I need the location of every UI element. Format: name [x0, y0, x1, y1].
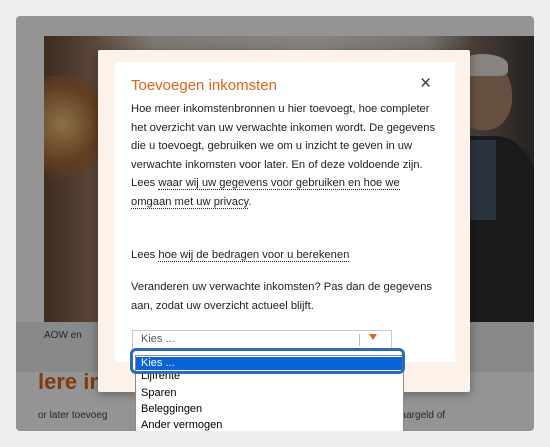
option-beleggingen[interactable]: Beleggingen: [136, 403, 403, 416]
calculation-prefix: Lees: [131, 249, 159, 261]
calculation-paragraph: Lees hoe wij de bedragen voor u berekene…: [131, 246, 441, 265]
modal-title: Toevoegen inkomsten: [131, 77, 277, 94]
calculation-link[interactable]: hoe wij de bedragen voor u berekenen: [158, 249, 350, 262]
income-type-select[interactable]: Kies ...: [132, 330, 392, 350]
privacy-link[interactable]: waar wij uw gegevens voor gebruiken en h…: [131, 177, 400, 209]
page-card: AOW en lere inko or later toevoeg spaarg…: [16, 16, 534, 431]
option-ander-vermogen[interactable]: Ander vermogen: [136, 419, 403, 431]
update-paragraph: Veranderen uw verwachte inkomsten? Pas d…: [131, 281, 433, 312]
select-separator: [359, 334, 360, 346]
select-value: Kies ...: [141, 333, 175, 345]
intro-end: .: [248, 195, 252, 208]
chevron-down-icon[interactable]: [369, 334, 377, 340]
option-sparen[interactable]: Sparen: [136, 387, 403, 400]
intro-paragraph: Hoe meer inkomstenbronnen u hier toevoeg…: [131, 100, 441, 211]
focus-highlight-outline: [130, 348, 405, 374]
income-modal: Toevoegen inkomsten × Hoe meer inkomsten…: [98, 50, 470, 392]
close-icon[interactable]: ×: [420, 74, 431, 94]
